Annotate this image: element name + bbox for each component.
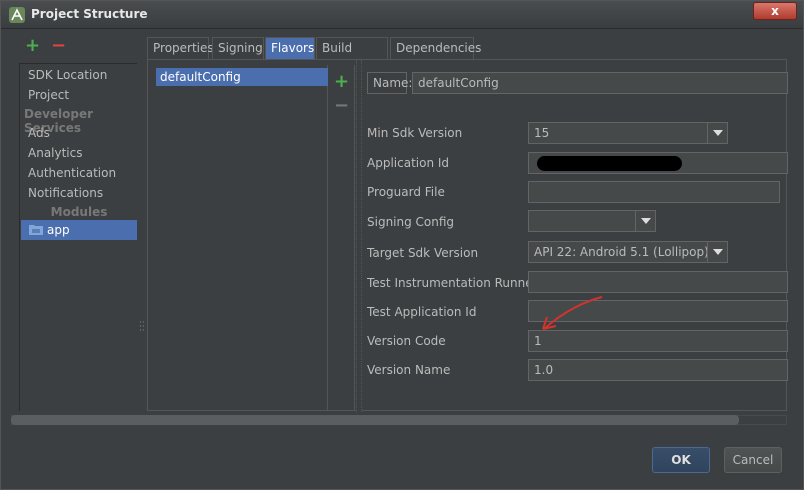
tab-dependencies[interactable]: Dependencies <box>390 37 481 59</box>
add-flavor-icon[interactable]: + <box>334 71 349 92</box>
section-modules: Modules <box>50 205 108 219</box>
name-label-box: Name: <box>367 72 412 94</box>
test-application-id-label: Test Application Id <box>367 305 477 319</box>
cancel-button[interactable]: Cancel <box>724 447 782 473</box>
window-title: Project Structure <box>31 7 148 21</box>
flavor-list: defaultConfig <box>153 65 328 410</box>
proguard-file-field[interactable] <box>528 181 780 203</box>
version-name-field[interactable]: 1.0 <box>528 359 788 381</box>
min-sdk-label: Min Sdk Version <box>367 126 463 140</box>
ok-button[interactable]: OK <box>652 447 710 473</box>
sidebar-item-project[interactable]: Project <box>28 88 69 102</box>
splitter-handle[interactable]: ·· ·· ·· <box>139 319 145 336</box>
name-label: Name: <box>373 76 413 90</box>
flavors-panel: defaultConfig + − Name: defaultConfig Mi… <box>147 59 788 412</box>
sidebar-item-authentication[interactable]: Authentication <box>28 166 116 180</box>
sidebar-item-app[interactable]: app <box>21 220 137 240</box>
horizontal-scrollbar-thumb[interactable] <box>11 415 739 425</box>
version-name-label: Version Name <box>367 363 451 377</box>
left-panel: + − SDK Location Project Developer Servi… <box>11 31 139 411</box>
android-studio-icon <box>9 7 25 23</box>
flavor-item-defaultconfig[interactable]: defaultConfig <box>156 68 328 86</box>
left-list: SDK Location Project Developer Services … <box>19 63 137 411</box>
form-splitter[interactable] <box>356 60 362 412</box>
title-bar: Project Structure x <box>1 1 803 29</box>
min-sdk-value: 15 <box>534 126 550 140</box>
remove-icon[interactable]: − <box>51 35 66 56</box>
application-id-label: Application Id <box>367 156 450 170</box>
target-sdk-label: Target Sdk Version <box>367 246 479 260</box>
sidebar-item-ads[interactable]: Ads <box>28 126 50 140</box>
tab-build-types[interactable]: Build Types <box>316 37 388 75</box>
sidebar-item-label: app <box>47 223 70 237</box>
name-field[interactable]: defaultConfig <box>412 72 788 94</box>
test-instrumentation-runner-field[interactable] <box>528 271 788 293</box>
add-icon[interactable]: + <box>25 35 40 56</box>
chevron-down-icon <box>635 211 655 231</box>
flavor-buttons: + − <box>328 65 355 410</box>
version-code-label: Version Code <box>367 334 446 348</box>
application-id-field[interactable] <box>528 152 788 174</box>
signing-config-dropdown[interactable] <box>528 210 656 232</box>
module-folder-icon <box>29 225 43 235</box>
close-button[interactable]: x <box>753 2 797 20</box>
sidebar-item-analytics[interactable]: Analytics <box>28 146 83 160</box>
target-sdk-dropdown[interactable]: API 22: Android 5.1 (Lollipop) <box>528 241 728 263</box>
sidebar-item-notifications[interactable]: Notifications <box>28 186 103 200</box>
chevron-down-icon <box>707 242 727 262</box>
chevron-down-icon <box>707 123 727 143</box>
test-instrumentation-runner-label: Test Instrumentation Runner <box>367 276 538 290</box>
remove-flavor-icon[interactable]: − <box>334 95 349 116</box>
red-arrow-annotation <box>542 296 603 330</box>
min-sdk-dropdown[interactable]: 15 <box>528 122 728 144</box>
sidebar-item-sdk-location[interactable]: SDK Location <box>28 68 107 82</box>
tab-signing[interactable]: Signing <box>212 37 264 59</box>
tab-properties[interactable]: Properties <box>147 37 214 59</box>
redaction-mark <box>537 156 682 171</box>
project-structure-dialog: Project Structure x + − SDK Location Pro… <box>0 0 804 490</box>
tab-flavors[interactable]: Flavors <box>265 37 315 59</box>
proguard-file-label: Proguard File <box>367 185 445 199</box>
signing-config-label: Signing Config <box>367 215 455 229</box>
target-sdk-value: API 22: Android 5.1 (Lollipop) <box>534 245 709 259</box>
